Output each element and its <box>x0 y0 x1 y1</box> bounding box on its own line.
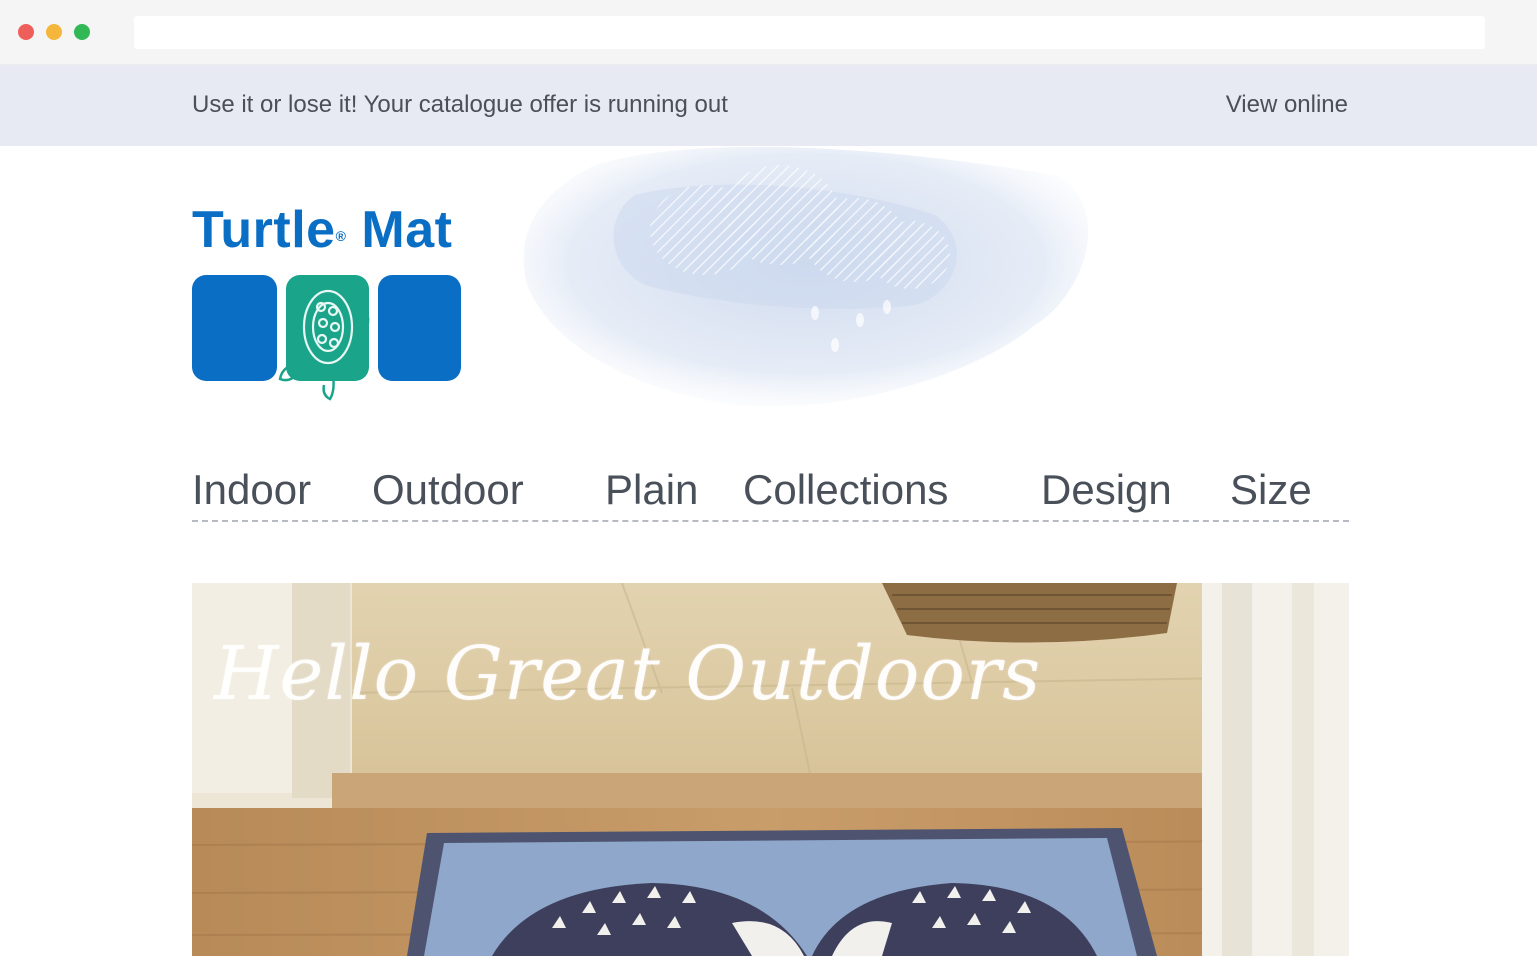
logo-tiles-icon <box>192 275 461 401</box>
turtle-mat-logo[interactable]: Turtle® Mat <box>192 200 472 405</box>
minimize-window-button[interactable] <box>46 24 62 40</box>
maximize-window-button[interactable] <box>74 24 90 40</box>
address-bar[interactable] <box>134 16 1485 49</box>
nav-item-plain[interactable]: Plain <box>605 466 698 514</box>
nav-item-outdoor[interactable]: Outdoor <box>372 466 524 514</box>
preheader-banner: Use it or lose it! Your catalogue offer … <box>0 65 1537 146</box>
browser-chrome <box>0 0 1537 65</box>
nav-item-collections[interactable]: Collections <box>743 466 948 514</box>
logo-word-mat: Mat <box>361 201 453 259</box>
preheader-message: Use it or lose it! Your catalogue offer … <box>192 91 728 118</box>
logo-registered-mark: ® <box>335 228 347 244</box>
category-nav: Indoor Outdoor Plain Collections Design … <box>192 466 1349 522</box>
nav-item-indoor[interactable]: Indoor <box>192 466 311 514</box>
hero-banner[interactable]: Hello Great Outdoors <box>192 583 1349 956</box>
logo-word-turtle: Turtle <box>192 201 336 259</box>
watercolor-decoration <box>523 146 1089 407</box>
logo-wordmark: Turtle® Mat <box>192 200 452 260</box>
nav-item-design[interactable]: Design <box>1041 466 1172 514</box>
close-window-button[interactable] <box>18 24 34 40</box>
view-online-link[interactable]: View online <box>1226 91 1348 119</box>
nav-item-size[interactable]: Size <box>1230 466 1312 514</box>
hero-headline: Hello Great Outdoors <box>214 631 1042 717</box>
